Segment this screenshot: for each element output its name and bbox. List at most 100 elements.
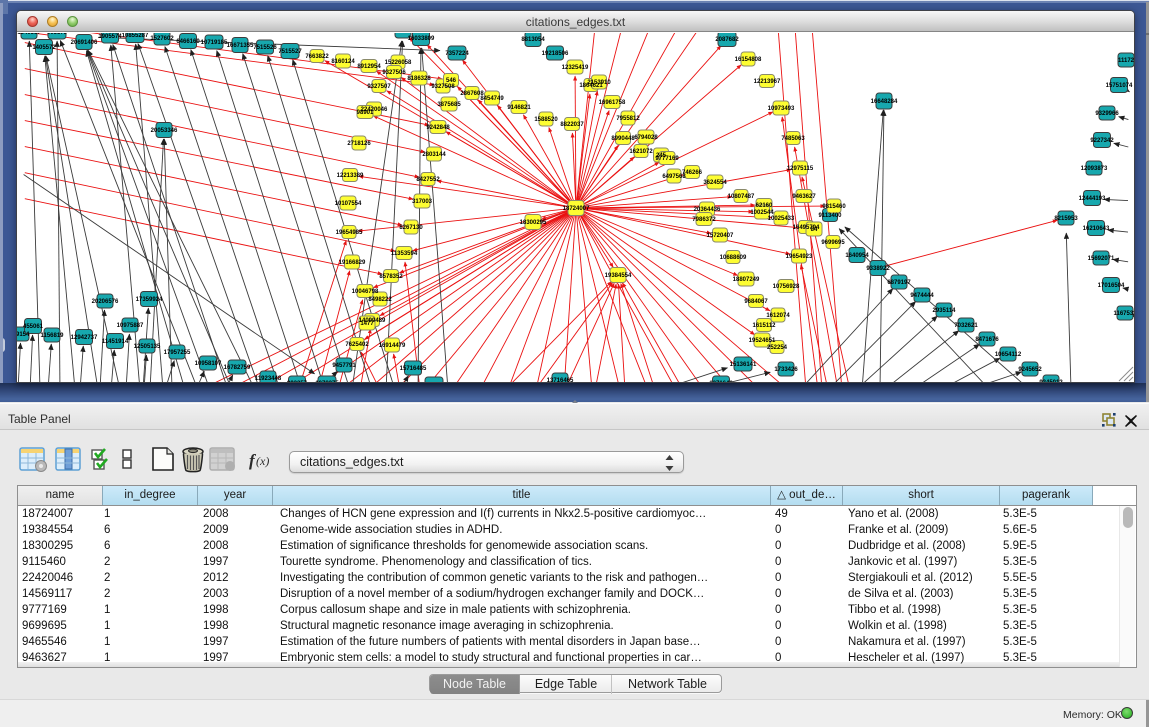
svg-text:9245012: 9245012 [1039, 380, 1063, 382]
svg-text:15692071: 15692071 [1088, 256, 1115, 262]
svg-text:1612074: 1612074 [766, 313, 790, 319]
svg-text:(x): (x) [256, 454, 269, 468]
svg-text:11172: 11172 [1118, 58, 1134, 64]
svg-text:16648284: 16648284 [871, 99, 898, 105]
svg-text:8267130: 8267130 [399, 225, 423, 231]
svg-text:10973493: 10973493 [768, 106, 795, 112]
svg-text:252254: 252254 [767, 345, 788, 351]
svg-text:317003: 317003 [412, 199, 433, 205]
svg-text:10107554: 10107554 [335, 201, 362, 207]
svg-text:9815460: 9815460 [822, 204, 846, 210]
svg-text:16154808: 16154808 [735, 57, 762, 63]
svg-text:19218506: 19218506 [542, 51, 569, 57]
svg-text:1527602: 1527602 [150, 36, 174, 42]
svg-text:3624554: 3624554 [703, 180, 727, 186]
svg-text:7986372: 7986372 [692, 217, 716, 223]
svg-text:17016504: 17016504 [1098, 283, 1125, 289]
svg-text:1640954: 1640954 [845, 253, 869, 259]
svg-text:1371646: 1371646 [709, 381, 733, 382]
svg-text:20691406: 20691406 [71, 40, 98, 46]
svg-text:546: 546 [446, 78, 457, 84]
svg-text:20053346: 20053346 [151, 128, 178, 134]
svg-text:16671355: 16671355 [227, 43, 254, 49]
svg-text:17359924: 17359924 [136, 297, 163, 303]
svg-text:13716465: 13716465 [547, 378, 574, 382]
svg-text:1156819: 1156819 [40, 333, 64, 339]
svg-text:17957255: 17957255 [164, 350, 191, 356]
svg-text:9113400: 9113400 [818, 213, 842, 219]
svg-text:7663822: 7663822 [305, 54, 329, 60]
svg-text:15751074: 15751074 [1106, 83, 1133, 89]
svg-text:9474444: 9474444 [910, 293, 934, 299]
svg-text:9457791: 9457791 [332, 363, 356, 369]
svg-text:6879197: 6879197 [887, 280, 911, 286]
svg-text:3875685: 3875685 [437, 102, 461, 108]
svg-text:6466160: 6466160 [176, 39, 200, 45]
svg-text:12942737: 12942737 [71, 335, 98, 341]
svg-text:1603381: 1603381 [391, 33, 415, 35]
svg-text:9245652: 9245652 [1018, 367, 1042, 373]
svg-text:11451914: 11451914 [102, 339, 129, 345]
svg-text:9777169: 9777169 [655, 156, 679, 162]
svg-text:15720407: 15720407 [707, 233, 734, 239]
svg-text:8578352: 8578352 [379, 274, 403, 280]
svg-text:2803144: 2803144 [422, 152, 446, 158]
svg-text:39154: 39154 [17, 332, 30, 338]
svg-text:10975887: 10975887 [117, 323, 144, 329]
svg-text:9699695: 9699695 [821, 240, 845, 246]
svg-text:8160124: 8160124 [331, 59, 355, 65]
svg-text:16961758: 16961758 [599, 100, 626, 106]
svg-text:19654923: 19654923 [786, 254, 813, 260]
svg-text:15716485: 15716485 [400, 366, 427, 372]
svg-text:8471676: 8471676 [975, 337, 999, 343]
svg-text:10807487: 10807487 [728, 194, 755, 200]
svg-text:8498222: 8498222 [368, 297, 392, 303]
svg-text:992357: 992357 [287, 381, 308, 382]
svg-text:18807249: 18807249 [733, 277, 760, 283]
svg-text:84: 84 [811, 227, 818, 233]
svg-text:8427552: 8427552 [416, 177, 440, 183]
svg-text:9146821: 9146821 [507, 105, 531, 111]
svg-text:11923448: 11923448 [255, 376, 282, 382]
svg-text:455061: 455061 [23, 324, 44, 330]
svg-text:9684067: 9684067 [744, 299, 768, 305]
svg-text:7625402: 7625402 [345, 342, 369, 348]
svg-text:1621072: 1621072 [629, 149, 653, 155]
svg-text:12093873: 12093873 [1081, 166, 1108, 172]
svg-text:10719185: 10719185 [201, 40, 228, 46]
svg-text:12505135: 12505135 [134, 344, 161, 350]
svg-text:9327507: 9327507 [367, 84, 391, 90]
svg-text:16033809: 16033809 [408, 36, 435, 42]
svg-text:1078275: 1078275 [315, 381, 339, 382]
svg-text:12975115: 12975115 [787, 166, 814, 172]
svg-text:10654112: 10654112 [995, 352, 1022, 358]
svg-text:9329966: 9329966 [1095, 111, 1119, 117]
svg-text:12213389: 12213389 [337, 173, 364, 179]
svg-text:9242848: 9242848 [426, 125, 450, 131]
svg-text:7955812: 7955812 [616, 116, 640, 122]
svg-text:8186328: 8186328 [407, 76, 431, 82]
svg-text:9227342: 9227342 [1090, 138, 1114, 144]
svg-text:8990448: 8990448 [611, 136, 635, 142]
svg-text:12213967: 12213967 [754, 79, 781, 85]
svg-text:10756928: 10756928 [773, 284, 800, 290]
svg-text:2087682: 2087682 [715, 37, 739, 43]
svg-text:10855287: 10855287 [122, 33, 149, 39]
svg-text:8215953: 8215953 [1054, 216, 1078, 222]
svg-text:6794028: 6794028 [634, 135, 658, 141]
svg-text:12444193: 12444193 [1079, 196, 1106, 202]
svg-text:98901: 98901 [357, 110, 374, 116]
svg-text:19654985: 19654985 [336, 230, 363, 236]
svg-text:9338922: 9338922 [866, 266, 890, 272]
svg-text:16914479: 16914479 [379, 343, 406, 349]
svg-text:9463627: 9463627 [792, 194, 816, 200]
svg-text:1405572: 1405572 [32, 45, 56, 51]
svg-text:2718126: 2718126 [347, 141, 371, 147]
svg-text:11353594: 11353594 [391, 251, 418, 257]
svg-text:1905574: 1905574 [98, 34, 122, 40]
svg-text:10046798: 10046798 [352, 289, 379, 295]
svg-text:10958107: 10958107 [195, 361, 222, 367]
svg-text:8813054: 8813054 [521, 37, 545, 43]
svg-text:19384554: 19384554 [605, 273, 632, 279]
svg-text:7357224: 7357224 [445, 51, 469, 57]
